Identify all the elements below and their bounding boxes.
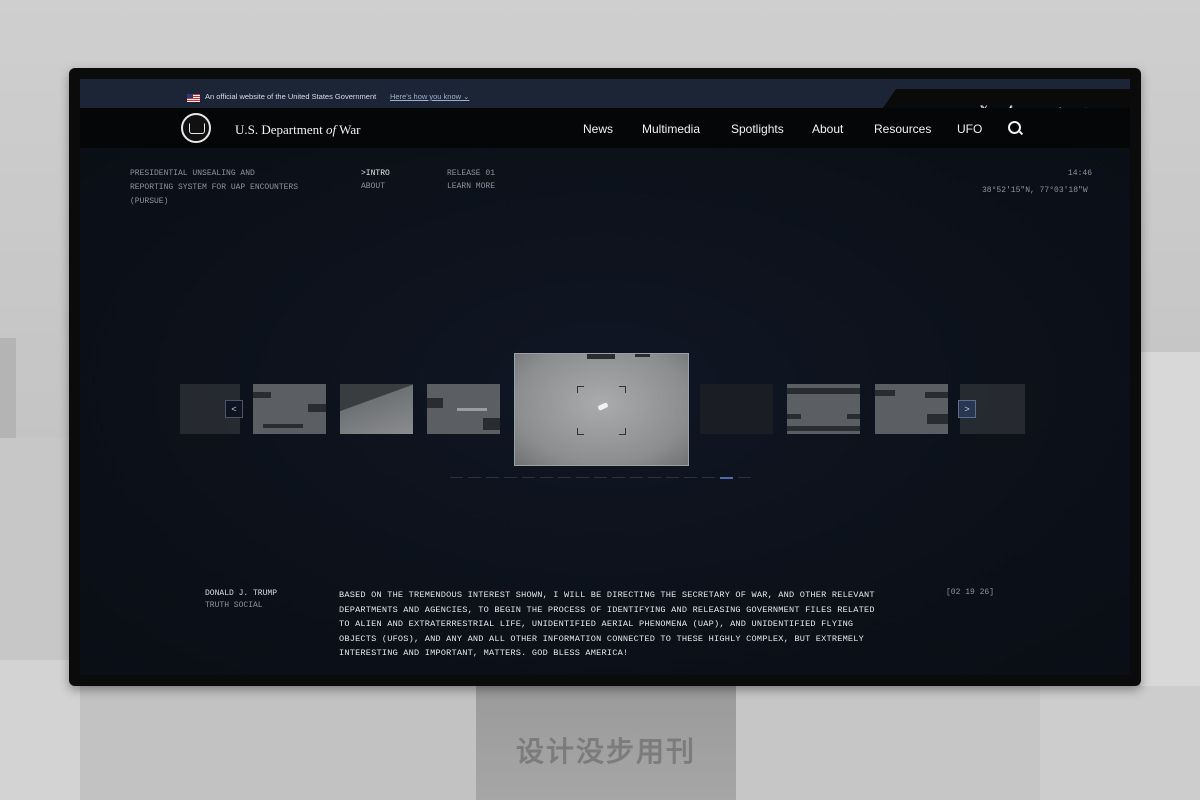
- quote-author-block: DONALD J. TRUMP TRUTH SOCIAL: [205, 588, 277, 612]
- us-flag-icon: [187, 94, 200, 102]
- quote-author: DONALD J. TRUMP: [205, 589, 278, 598]
- carousel-dot[interactable]: [702, 477, 715, 478]
- carousel-thumb[interactable]: [427, 384, 500, 434]
- how-you-know-link[interactable]: Here's how you know ⌄: [390, 92, 469, 101]
- learn-more-link[interactable]: LEARN MORE: [447, 180, 495, 194]
- brand-of: of: [325, 122, 337, 137]
- carousel-next-button[interactable]: >: [958, 400, 976, 418]
- nav-resources[interactable]: Resources: [874, 122, 931, 136]
- carousel-thumb[interactable]: [700, 384, 773, 434]
- carousel-dot[interactable]: [720, 477, 733, 479]
- carousel-thumb[interactable]: [253, 384, 326, 434]
- carousel-thumb[interactable]: [340, 384, 413, 434]
- carousel-dot[interactable]: [486, 477, 499, 478]
- stand-logo: 设计没步用刊: [515, 735, 696, 768]
- uap-object-icon: [597, 402, 609, 411]
- intro-link[interactable]: >INTRO: [361, 167, 390, 181]
- carousel-dot[interactable]: [540, 477, 553, 478]
- clock-time: 14:46: [1068, 169, 1093, 178]
- pursue-main: PRESIDENTIAL UNSEALING AND REPORTING SYS…: [80, 148, 1130, 675]
- quote-date: [02 19 26]: [946, 588, 995, 597]
- program-title: PRESIDENTIAL UNSEALING AND REPORTING SYS…: [130, 169, 299, 206]
- carousel-dot[interactable]: [468, 477, 481, 478]
- brand-text: U.S. Department: [235, 122, 326, 137]
- carousel-dot[interactable]: [648, 477, 661, 478]
- carousel-dot[interactable]: [684, 477, 697, 478]
- backdrop-block: [735, 686, 1040, 800]
- search-icon[interactable]: [1008, 121, 1021, 134]
- release-label: RELEASE 01: [447, 169, 496, 178]
- carousel-dot[interactable]: [594, 477, 607, 478]
- backdrop-block: [80, 686, 480, 800]
- official-site-text: An official website of the United States…: [205, 92, 377, 101]
- monitor-stand: 设计没步用刊: [476, 686, 736, 800]
- backdrop-block: [0, 660, 80, 800]
- carousel-dot[interactable]: [504, 477, 517, 478]
- carousel-dot[interactable]: [522, 477, 535, 478]
- nav-ufo[interactable]: UFO: [957, 122, 982, 136]
- nav-multimedia[interactable]: Multimedia: [642, 122, 700, 136]
- nav-news[interactable]: News: [583, 122, 613, 136]
- featured-uap-image[interactable]: [514, 353, 689, 466]
- pentagon-seal-icon[interactable]: [181, 113, 211, 143]
- nav-spotlights[interactable]: Spotlights: [731, 122, 784, 136]
- quote-text: BASED ON THE TREMENDOUS INTEREST SHOWN, …: [339, 590, 875, 658]
- carousel-dot[interactable]: [558, 477, 571, 478]
- screen: An official website of the United States…: [80, 79, 1130, 675]
- about-link[interactable]: ABOUT: [361, 180, 385, 194]
- quote-source: TRUTH SOCIAL: [205, 601, 263, 610]
- backdrop-block: [0, 338, 16, 438]
- carousel-dot[interactable]: [666, 477, 679, 478]
- carousel-dot[interactable]: [576, 477, 589, 478]
- carousel-dot[interactable]: [630, 477, 643, 478]
- brand-suffix: War: [336, 122, 361, 137]
- carousel-dot[interactable]: [738, 477, 751, 478]
- nav-about[interactable]: About: [812, 122, 843, 136]
- carousel-thumb[interactable]: [875, 384, 948, 434]
- carousel-dot[interactable]: [612, 477, 625, 478]
- carousel-thumb[interactable]: [787, 384, 860, 434]
- coordinates: 38°52'15"N, 77°03'18"W: [982, 186, 1088, 195]
- carousel-dot[interactable]: [450, 477, 463, 478]
- site-header: U.S. Department of War News Multimedia S…: [80, 108, 1130, 148]
- carousel-prev-button[interactable]: <: [225, 400, 243, 418]
- backdrop-block: [1040, 686, 1200, 800]
- site-brand[interactable]: U.S. Department of War: [235, 122, 360, 138]
